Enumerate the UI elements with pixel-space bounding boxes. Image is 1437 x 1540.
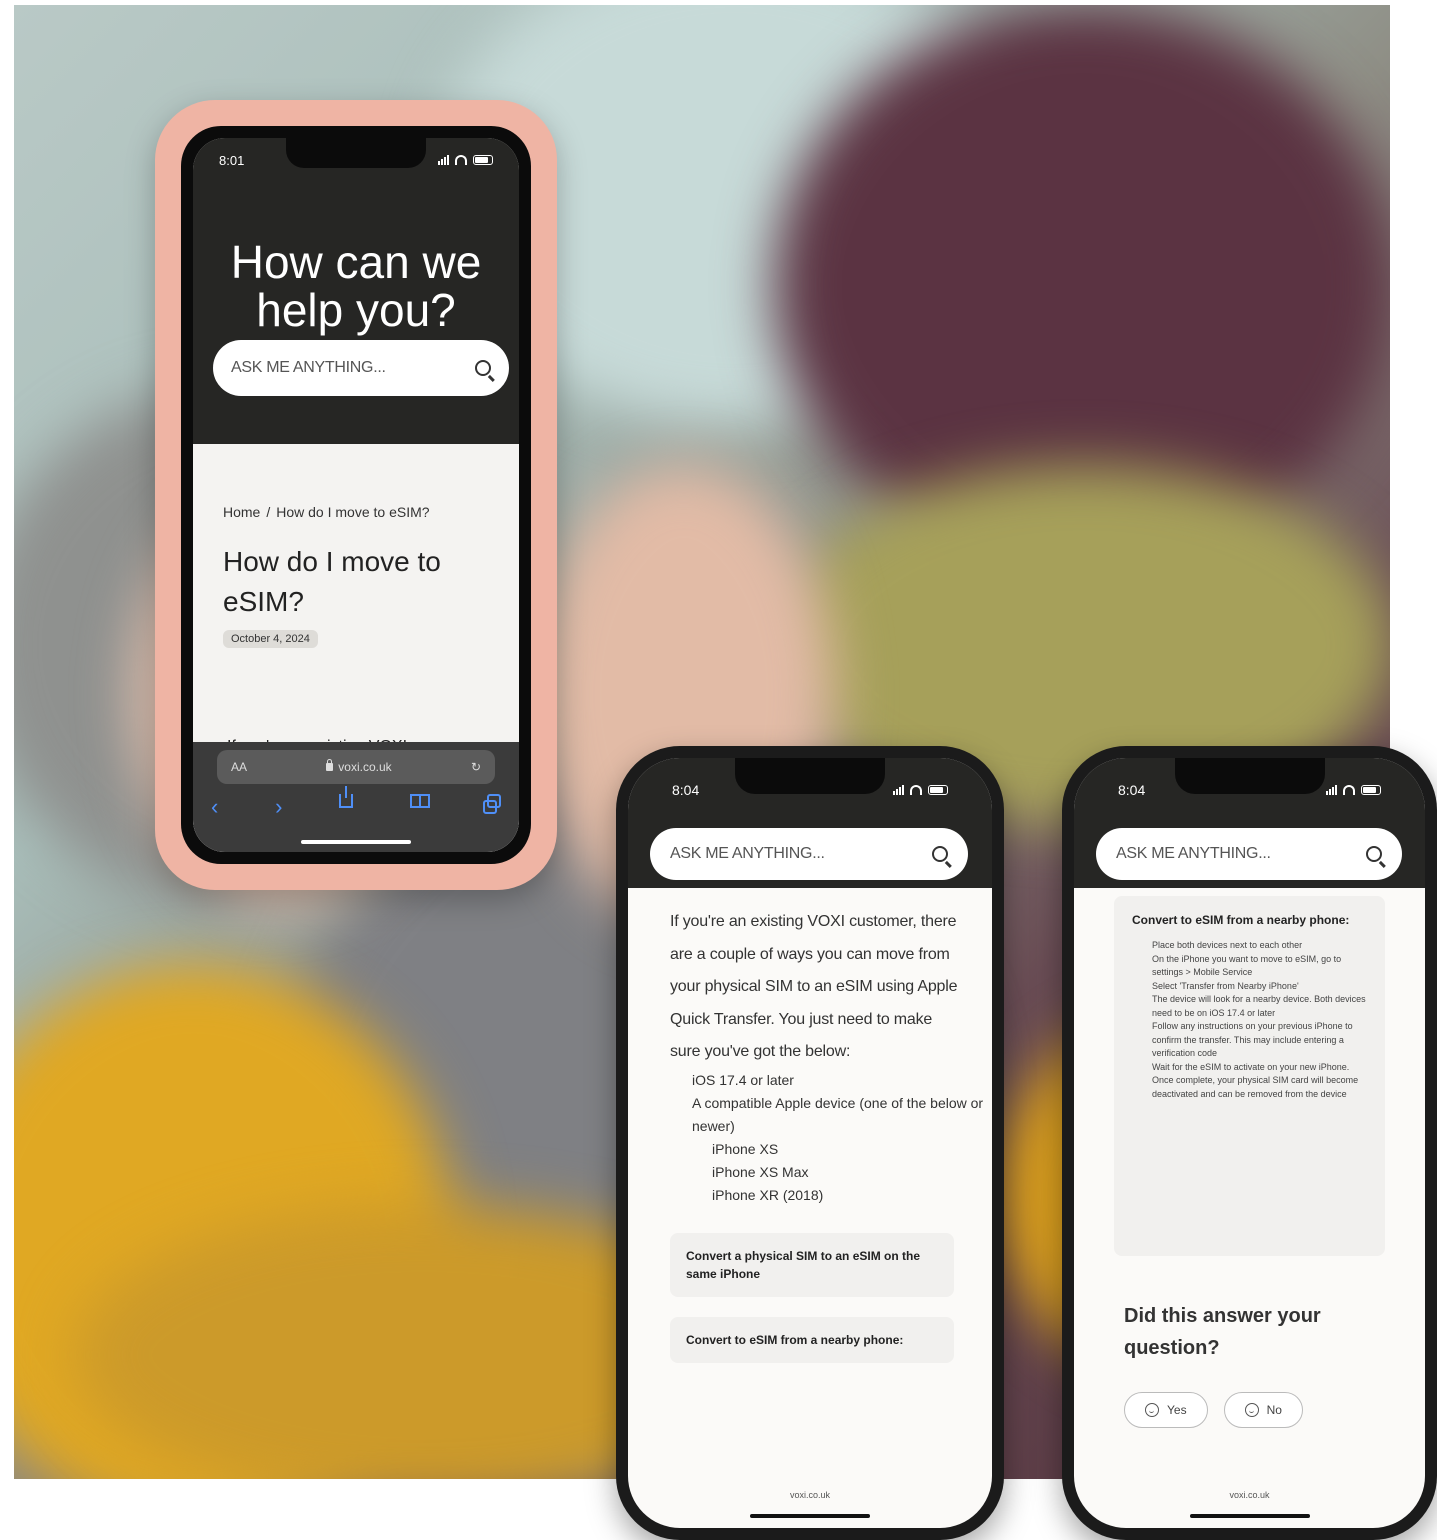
breadcrumb-current: How do I move to eSIM? (276, 504, 430, 520)
hero-title: How can we help you? (230, 236, 482, 336)
accordion-nearby-phone[interactable]: Convert to eSIM from a nearby phone: (670, 1316, 954, 1363)
list-item: iPhone XR (2018) (712, 1186, 824, 1203)
search-icon[interactable] (1366, 846, 1382, 862)
breadcrumb-separator: / (266, 504, 271, 520)
status-bar: 8:04 (1074, 758, 1425, 822)
status-time: 8:04 (1118, 782, 1146, 798)
main-phone: 8:01 How can we help you? ASK ME ANYTHIN… (155, 100, 557, 890)
feedback-phone: 8:04 ASK ME ANYTHING... Convert to eSIM … (1062, 746, 1437, 1540)
breadcrumb-home[interactable]: Home (223, 504, 260, 520)
step-item: Select 'Transfer from Nearby iPhone' (1152, 980, 1299, 991)
search-input[interactable]: ASK ME ANYTHING... (650, 828, 968, 880)
url-text: voxi.co.uk (338, 760, 392, 774)
feedback-buttons: Yes No (1124, 1392, 1425, 1428)
breadcrumb: Home / How do I move to eSIM? (223, 504, 489, 520)
main-phone-screen: 8:01 How can we help you? ASK ME ANYTHIN… (193, 138, 519, 852)
step-item: The device will look for a nearby device… (1152, 994, 1366, 1018)
step-item: Place both devices next to each other (1152, 940, 1303, 950)
signal-icon (1326, 785, 1337, 795)
yes-label: Yes (1167, 1403, 1187, 1417)
status-time: 8:04 (672, 782, 700, 798)
text-size-button[interactable]: AA (231, 760, 247, 774)
search-icon[interactable] (932, 846, 948, 862)
sad-icon (1244, 1403, 1259, 1417)
search-icon[interactable] (475, 360, 491, 376)
no-label: No (1266, 1403, 1282, 1417)
list-item: iPhone XS Max (712, 1163, 809, 1180)
url-text: voxi.co.uk (1229, 1490, 1270, 1500)
step-item: On the iPhone you want to move to eSIM, … (1152, 953, 1342, 978)
search-placeholder: ASK ME ANYTHING... (231, 359, 386, 376)
signal-icon (893, 785, 904, 795)
feedback-body: Convert to eSIM from a nearby phone: Pla… (1074, 892, 1425, 1468)
share-icon[interactable] (339, 786, 354, 808)
expanded-accordion: Convert to eSIM from a nearby phone: Pla… (1114, 896, 1385, 1256)
answer-phone-screen: 8:04 ASK ME ANYTHING... If you're an exi… (628, 758, 992, 1528)
browser-toolbar: AA voxi.co.uk ↻ ‹ › (193, 742, 519, 852)
date-badge: October 4, 2024 (223, 630, 318, 648)
search-placeholder: ASK ME ANYTHING... (670, 845, 825, 862)
wifi-icon (1343, 785, 1355, 795)
home-indicator (301, 840, 411, 844)
address-bar[interactable]: AA voxi.co.uk ↻ (217, 750, 495, 784)
signal-icon (438, 155, 449, 165)
status-bar: 8:04 (628, 758, 992, 822)
forward-icon[interactable]: › (275, 794, 282, 820)
wifi-icon (910, 785, 922, 795)
search-input[interactable]: ASK ME ANYTHING... (213, 340, 509, 396)
answer-body: If you're an existing VOXI customer, the… (628, 892, 992, 1468)
battery-icon (473, 155, 493, 165)
reload-icon[interactable]: ↻ (471, 760, 481, 774)
battery-icon (1361, 785, 1381, 795)
status-time: 8:01 (219, 152, 245, 168)
list-item: A compatible Apple device (one of the be… (692, 1094, 984, 1134)
feedback-question: Did this answer your question? (1124, 1305, 1321, 1359)
home-indicator (1189, 1514, 1310, 1518)
search-input[interactable]: ASK ME ANYTHING... (1096, 828, 1402, 880)
answer-phone: 8:04 ASK ME ANYTHING... If you're an exi… (616, 746, 1004, 1540)
battery-icon (928, 785, 948, 795)
step-item: Wait for the eSIM to activate on your ne… (1152, 1061, 1359, 1099)
wifi-icon (455, 155, 467, 165)
smile-icon (1145, 1403, 1159, 1417)
accordion-title[interactable]: Convert to eSIM from a nearby phone: (1132, 912, 1367, 929)
list-item: iOS 17.4 or later (692, 1071, 794, 1088)
search-placeholder: ASK ME ANYTHING... (1116, 845, 1271, 862)
bookmarks-icon[interactable] (410, 794, 431, 808)
list-item: iPhone XS (712, 1140, 779, 1157)
requirements-list: iOS 17.4 or later A compatible Apple dev… (628, 1069, 992, 1207)
step-item: Follow any instructions on your previous… (1152, 1021, 1353, 1058)
answer-intro: If you're an existing VOXI customer, the… (670, 913, 958, 1060)
article-title: How do I move to eSIM? (223, 546, 441, 617)
feedback-phone-screen: 8:04 ASK ME ANYTHING... Convert to eSIM … (1074, 758, 1425, 1528)
back-icon[interactable]: ‹ (211, 794, 218, 820)
steps-list: Place both devices next to each other On… (1132, 939, 1367, 1101)
accordion-same-iphone[interactable]: Convert a physical SIM to an eSIM on the… (670, 1232, 954, 1297)
lock-icon (326, 759, 334, 771)
home-indicator (750, 1514, 870, 1518)
url-text: voxi.co.uk (789, 1490, 831, 1500)
yes-button[interactable]: Yes (1124, 1392, 1208, 1428)
no-button[interactable]: No (1223, 1392, 1303, 1428)
tabs-icon[interactable] (482, 794, 501, 814)
browser-nav: ‹ › (211, 786, 501, 820)
